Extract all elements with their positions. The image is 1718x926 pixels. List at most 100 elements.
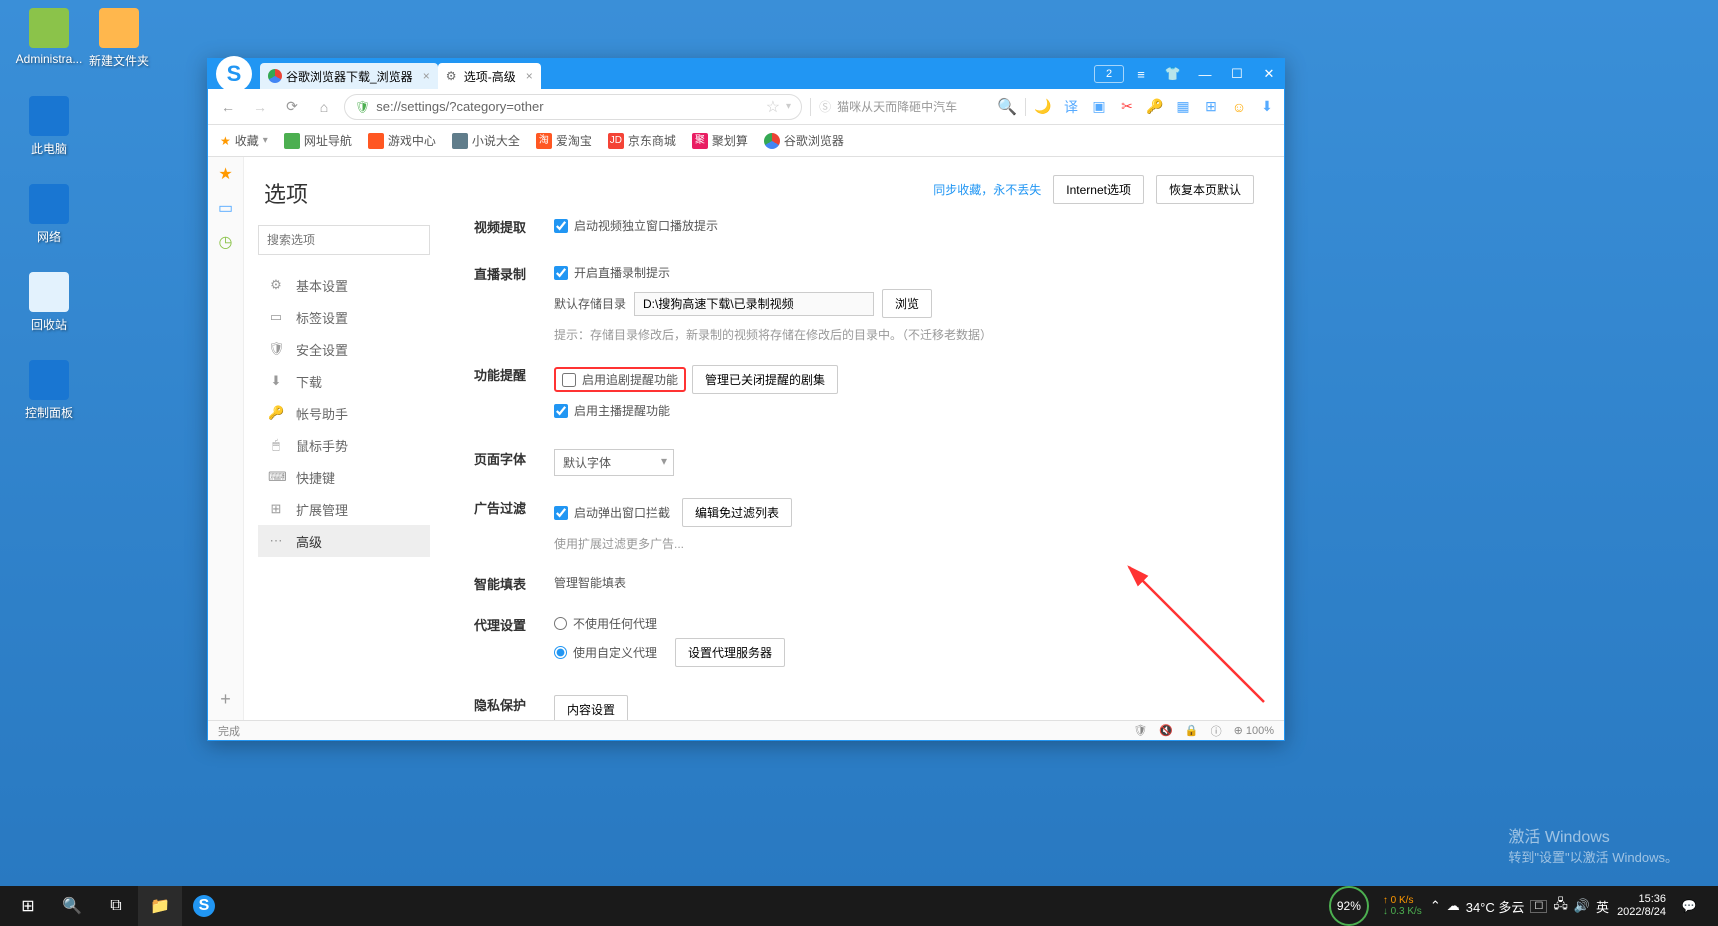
browse-button[interactable]: 浏览 bbox=[882, 289, 932, 318]
section-adblock: 广告过滤 启动弹出窗口拦截 编辑免过滤列表 使用扩展过滤更多广告... bbox=[474, 498, 1254, 552]
key-icon[interactable]: 🔑 bbox=[1146, 98, 1164, 116]
popup-block-checkbox[interactable] bbox=[554, 506, 568, 520]
bookmark-taobao[interactable]: 淘爱淘宝 bbox=[536, 132, 592, 149]
explorer-button[interactable]: 📁 bbox=[138, 886, 182, 926]
bookmarks-button[interactable]: ★ 收藏 ▾ bbox=[220, 132, 268, 149]
back-button[interactable]: ← bbox=[216, 95, 240, 119]
history-icon[interactable]: ◷ bbox=[217, 233, 235, 251]
storage-path-input[interactable] bbox=[634, 292, 874, 316]
weather-icon[interactable]: ☁ bbox=[1447, 898, 1460, 914]
ime-lang[interactable]: 英 bbox=[1596, 897, 1609, 916]
window-icon[interactable]: ▦ bbox=[1174, 98, 1192, 116]
streamer-remind-checkbox[interactable] bbox=[554, 404, 568, 418]
window-badge-button[interactable]: 2 bbox=[1094, 65, 1124, 83]
browser-logo-icon[interactable]: S bbox=[216, 56, 252, 92]
volume-icon[interactable]: 🔊 bbox=[1574, 898, 1590, 914]
capture-icon[interactable]: ▣ bbox=[1090, 98, 1108, 116]
notification-button[interactable]: 💬 bbox=[1674, 886, 1704, 926]
maximize-button[interactable]: ☐ bbox=[1222, 61, 1252, 87]
folder-icon bbox=[99, 8, 139, 48]
custom-proxy-radio[interactable] bbox=[554, 646, 567, 659]
weather-text[interactable]: 34°C 多云 bbox=[1466, 897, 1525, 916]
desktop-icon-network[interactable]: 网络 bbox=[14, 184, 84, 245]
drama-remind-checkbox[interactable] bbox=[562, 373, 576, 387]
home-button[interactable]: ⌂ bbox=[312, 95, 336, 119]
chevron-down-icon[interactable]: ▾ bbox=[786, 101, 791, 112]
desktop-icon-recycle[interactable]: 回收站 bbox=[14, 272, 84, 333]
search-icon[interactable]: 🔍 bbox=[997, 97, 1017, 117]
gear-icon: ⚙ bbox=[268, 277, 284, 293]
task-view-button[interactable]: ⧉ bbox=[94, 886, 138, 926]
network-icon[interactable]: 🖧 bbox=[1553, 895, 1568, 917]
battery-indicator[interactable]: 92% bbox=[1329, 886, 1369, 926]
star-icon[interactable]: ★ bbox=[217, 165, 235, 183]
monitor-icon[interactable]: ▭ bbox=[217, 199, 235, 217]
sync-link[interactable]: 同步收藏，永不丢失 bbox=[933, 181, 1041, 198]
bookmark-juhuasuan[interactable]: 聚聚划算 bbox=[692, 132, 748, 149]
shield-icon[interactable]: 🛡 bbox=[1133, 724, 1147, 737]
nav-basic[interactable]: ⚙基本设置 bbox=[258, 269, 430, 301]
edit-whitelist-button[interactable]: 编辑免过滤列表 bbox=[682, 498, 792, 527]
live-record-checkbox[interactable] bbox=[554, 266, 568, 280]
face-icon[interactable]: ☺ bbox=[1230, 98, 1248, 116]
restore-defaults-button[interactable]: 恢复本页默认 bbox=[1156, 175, 1254, 204]
video-popup-checkbox[interactable] bbox=[554, 219, 568, 233]
compat-icon[interactable]: ⓘ bbox=[1211, 723, 1222, 739]
nav-account[interactable]: 🔑帐号助手 bbox=[258, 397, 430, 429]
tab-chrome-download[interactable]: 谷歌浏览器下载_浏览器 × bbox=[260, 63, 438, 89]
desktop-icon-folder[interactable]: 新建文件夹 bbox=[84, 8, 154, 69]
clock[interactable]: 15:36 2022/8/24 bbox=[1617, 893, 1666, 919]
tray-chevron-icon[interactable]: ⌃ bbox=[1430, 898, 1441, 914]
nav-security[interactable]: 🛡安全设置 bbox=[258, 333, 430, 365]
manage-autofill-link[interactable]: 管理智能填表 bbox=[554, 576, 626, 590]
shirt-icon[interactable]: 👕 bbox=[1158, 61, 1188, 87]
bookmark-game[interactable]: 游戏中心 bbox=[368, 132, 436, 149]
tab-settings-advanced[interactable]: ⚙ 选项-高级 × bbox=[438, 63, 541, 89]
sogou-browser-button[interactable]: S bbox=[182, 886, 226, 926]
reload-button[interactable]: ⟳ bbox=[280, 95, 304, 119]
internet-options-button[interactable]: Internet选项 bbox=[1053, 175, 1144, 204]
nav-download[interactable]: ⬇下载 bbox=[258, 365, 430, 397]
settings-search-input[interactable] bbox=[258, 225, 430, 255]
zoom-indicator[interactable]: ⊕ 100% bbox=[1234, 724, 1274, 737]
nav-tabs[interactable]: ▭标签设置 bbox=[258, 301, 430, 333]
add-button[interactable]: + bbox=[220, 689, 231, 710]
bookmark-jd[interactable]: JD京东商城 bbox=[608, 132, 676, 149]
bookmark-chrome[interactable]: 谷歌浏览器 bbox=[764, 132, 844, 149]
moon-icon[interactable]: 🌙 bbox=[1034, 98, 1052, 116]
desktop-icon-pc[interactable]: 此电脑 bbox=[14, 96, 84, 157]
nav-gesture[interactable]: 🖱鼠标手势 bbox=[258, 429, 430, 461]
adblock-more-link[interactable]: 使用扩展过滤更多广告... bbox=[554, 535, 1254, 552]
translate-icon[interactable]: 译 bbox=[1062, 98, 1080, 116]
close-button[interactable]: ✕ bbox=[1254, 61, 1284, 87]
scissors-icon[interactable]: ✂ bbox=[1118, 98, 1136, 116]
search-box[interactable]: Ⓢ 猫咪从天而降砸中汽车 bbox=[819, 94, 989, 120]
close-icon[interactable]: × bbox=[526, 69, 533, 83]
star-icon[interactable]: ☆ bbox=[766, 97, 780, 117]
lock-icon[interactable]: 🔒 bbox=[1185, 724, 1199, 737]
url-input[interactable] bbox=[376, 99, 759, 114]
forward-button[interactable]: → bbox=[248, 95, 272, 119]
content-settings-button[interactable]: 内容设置 bbox=[554, 695, 628, 720]
menu-icon[interactable]: ≡ bbox=[1126, 61, 1156, 87]
search-button[interactable]: 🔍 bbox=[50, 886, 94, 926]
grid-icon[interactable]: ⊞ bbox=[1202, 98, 1220, 116]
minimize-button[interactable]: — bbox=[1190, 61, 1220, 87]
nav-advanced[interactable]: ⋯高级 bbox=[258, 525, 430, 557]
ime-indicator[interactable]: ☐ bbox=[1530, 900, 1547, 913]
start-button[interactable]: ⊞ bbox=[6, 886, 50, 926]
manage-closed-reminders-button[interactable]: 管理已关闭提醒的剧集 bbox=[692, 365, 838, 394]
bookmark-novel[interactable]: 小说大全 bbox=[452, 132, 520, 149]
desktop-icon-admin[interactable]: Administra... bbox=[14, 8, 84, 66]
url-box[interactable]: 🛡 ☆ ▾ bbox=[344, 94, 802, 120]
font-select[interactable]: 默认字体 bbox=[554, 449, 674, 476]
no-proxy-radio[interactable] bbox=[554, 617, 567, 630]
close-icon[interactable]: × bbox=[423, 69, 430, 83]
bookmark-nav[interactable]: 网址导航 bbox=[284, 132, 352, 149]
nav-extensions[interactable]: ⊞扩展管理 bbox=[258, 493, 430, 525]
desktop-icon-control[interactable]: 控制面板 bbox=[14, 360, 84, 421]
download-icon[interactable]: ⬇ bbox=[1258, 98, 1276, 116]
proxy-settings-button[interactable]: 设置代理服务器 bbox=[675, 638, 785, 667]
nav-shortcuts[interactable]: ⌨快捷键 bbox=[258, 461, 430, 493]
mute-icon[interactable]: 🔇 bbox=[1159, 724, 1173, 737]
